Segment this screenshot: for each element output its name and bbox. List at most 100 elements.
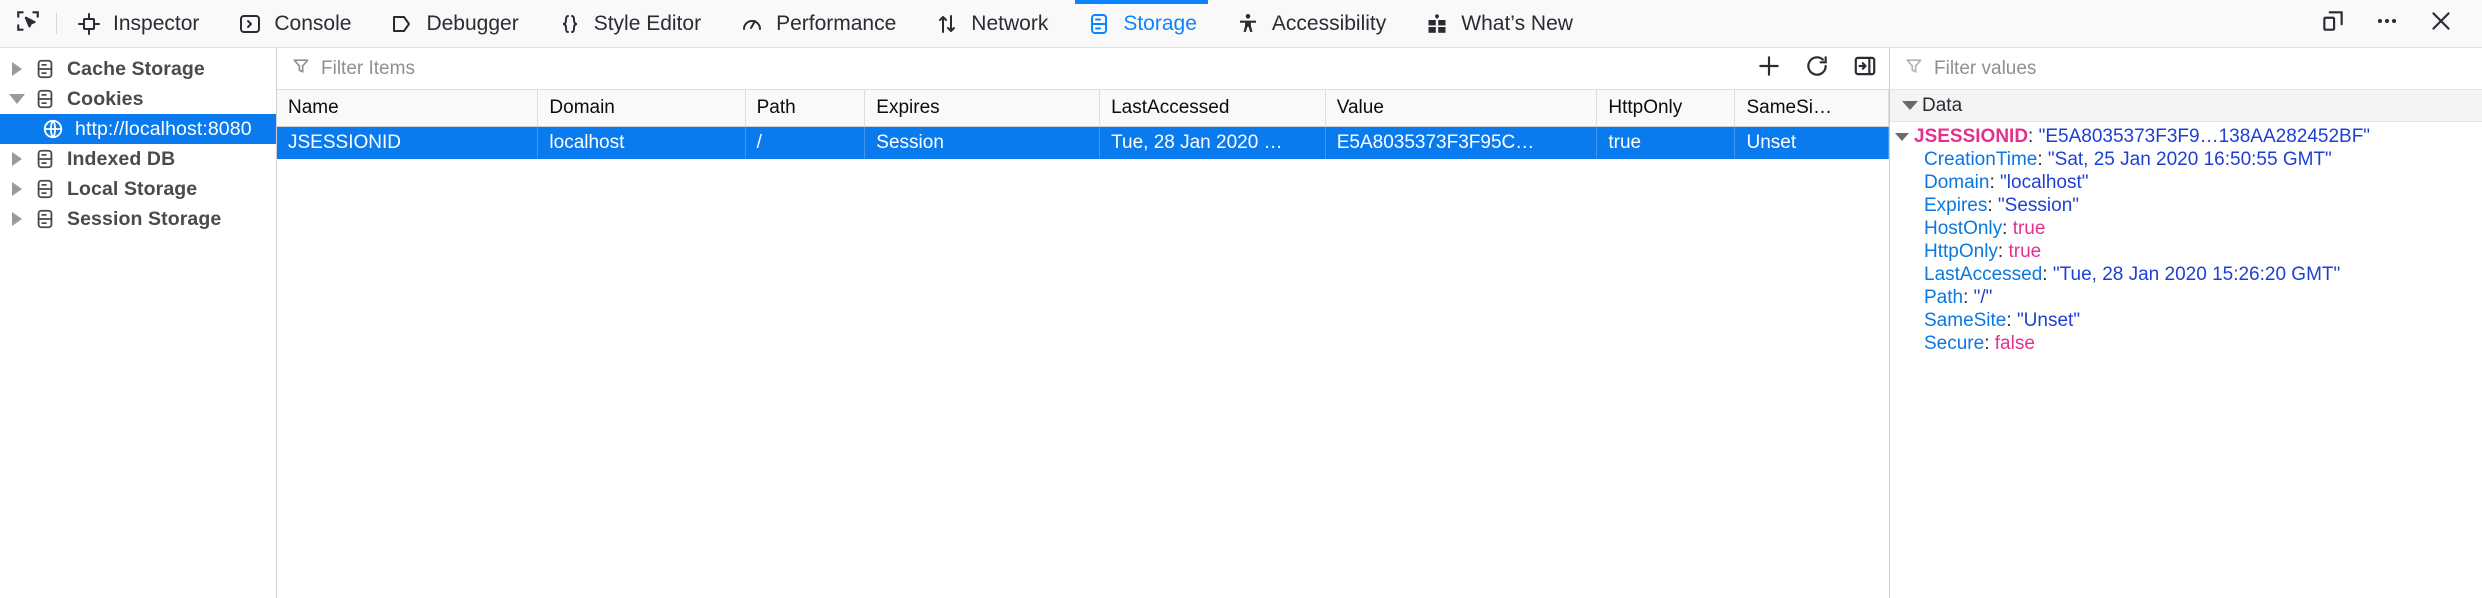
toolbar-right-controls (2306, 0, 2482, 47)
chevron-down-icon[interactable] (1890, 132, 1914, 141)
property-key: CreationTime (1924, 148, 2038, 170)
sidebar-item-cookies[interactable]: Cookies (0, 84, 276, 114)
tab-accessibility[interactable]: Accessibility (1216, 0, 1405, 47)
property-colon: : (2042, 263, 2053, 285)
column-header-domain[interactable]: Domain (537, 90, 746, 127)
tab-label: Style Editor (593, 11, 702, 35)
sidebar-item-label: Local Storage (67, 177, 198, 200)
search-input[interactable]: Filter Items (277, 56, 1745, 81)
panel-toggle-icon (1852, 53, 1878, 84)
devtools-toolbar: Inspector Console Debugger Style Editor … (0, 0, 2482, 48)
tab-style-editor[interactable]: Style Editor (538, 0, 720, 47)
tab-console[interactable]: Console (218, 0, 370, 47)
property-colon: : (2028, 125, 2039, 147)
column-header-httponly[interactable]: HttpOnly (1596, 90, 1736, 127)
property-value: "E5A8035373F3F9…138AA282452BF" (2038, 125, 2371, 147)
property-value: true (2012, 217, 2046, 239)
property-row[interactable]: SameSite : "Unset" (1890, 309, 2482, 332)
property-key: HttpOnly (1924, 240, 1998, 262)
cell-expires: Session (864, 126, 1101, 159)
tab-whats-new[interactable]: What’s New (1405, 0, 1592, 47)
sidebar-item-localhost-origin[interactable]: http://localhost:8080 (0, 114, 276, 144)
property-value: "Sat, 25 Jan 2020 16:50:55 GMT" (2047, 148, 2332, 170)
sidebar-item-local-storage[interactable]: Local Storage (0, 174, 276, 204)
cell-domain: localhost (537, 126, 746, 159)
sidebar-item-cache-storage[interactable]: Cache Storage (0, 54, 276, 84)
close-devtools-button[interactable] (2414, 0, 2468, 48)
property-key: Domain (1924, 171, 1990, 193)
meatball-menu-icon (2374, 8, 2400, 39)
performance-icon (739, 11, 765, 37)
chevron-right-icon[interactable] (4, 62, 30, 76)
table-row[interactable]: JSESSIONID localhost / Session Tue, 28 J… (277, 126, 1889, 159)
property-value: "Unset" (2016, 309, 2081, 331)
toggle-sidebar-button[interactable] (1841, 48, 1889, 90)
property-colon: : (1989, 171, 2001, 193)
cookies-table: Name Domain Path Expires LastAccessed Va… (277, 90, 1889, 159)
cell-samesite: Unset (1734, 126, 1889, 159)
tab-inspector[interactable]: Inspector (57, 0, 218, 47)
tab-storage[interactable]: Storage (1067, 0, 1216, 47)
filter-icon (1904, 56, 1924, 81)
tab-label: Inspector (113, 11, 200, 35)
property-row[interactable]: HttpOnly : true (1890, 240, 2482, 263)
column-header-lastaccessed[interactable]: LastAccessed (1099, 90, 1326, 127)
property-row[interactable]: LastAccessed : "Tue, 28 Jan 2020 15:26:2… (1890, 263, 2482, 286)
property-colon: : (2006, 309, 2017, 331)
sidebar-item-session-storage[interactable]: Session Storage (0, 204, 276, 234)
property-row[interactable]: CreationTime : "Sat, 25 Jan 2020 16:50:5… (1890, 148, 2482, 171)
sidebar-item-label: Cache Storage (67, 57, 205, 80)
refresh-button[interactable] (1793, 48, 1841, 90)
property-row[interactable]: Domain : "localhost" (1890, 171, 2482, 194)
globe-icon (38, 118, 68, 140)
values-filter-input[interactable]: Filter values (1890, 48, 2482, 90)
property-colon: : (2002, 217, 2013, 239)
sidebar-item-indexed-db[interactable]: Indexed DB (0, 144, 276, 174)
tab-performance[interactable]: Performance (720, 0, 915, 47)
property-row[interactable]: Expires : "Session" (1890, 194, 2482, 217)
column-header-path[interactable]: Path (745, 90, 866, 127)
details-section-header[interactable]: Data (1890, 90, 2482, 122)
style-editor-icon (557, 11, 583, 37)
element-picker-button[interactable] (0, 0, 56, 47)
chevron-down-icon[interactable] (4, 94, 30, 104)
tab-network[interactable]: Network (915, 0, 1067, 47)
property-row[interactable]: Secure : false (1890, 332, 2482, 355)
property-value: "Tue, 28 Jan 2020 15:26:20 GMT" (2052, 263, 2341, 285)
property-colon: : (1963, 286, 1974, 308)
chevron-down-icon[interactable] (1898, 101, 1922, 110)
dock-position-icon (2320, 8, 2346, 39)
property-key: LastAccessed (1924, 263, 2043, 285)
column-header-value[interactable]: Value (1325, 90, 1598, 127)
plus-icon (1756, 53, 1782, 84)
property-row-root[interactable]: JSESSIONID : "E5A8035373F3F9…138AA282452… (1890, 125, 2482, 148)
items-filter-bar: Filter Items (277, 48, 1889, 90)
storage-db-icon (30, 148, 60, 170)
storage-db-icon (30, 58, 60, 80)
tab-label: Storage (1123, 11, 1197, 35)
dock-position-button[interactable] (2306, 0, 2360, 48)
values-filter-placeholder: Filter values (1934, 57, 2037, 79)
chevron-right-icon[interactable] (4, 182, 30, 196)
column-header-samesite[interactable]: SameSi… (1734, 90, 1889, 127)
tab-label: Debugger (426, 11, 519, 35)
property-value: "/" (1973, 286, 1993, 308)
property-row[interactable]: Path : "/" (1890, 286, 2482, 309)
property-key: JSESSIONID (1914, 125, 2029, 147)
property-key: Path (1924, 286, 1964, 308)
add-item-button[interactable] (1745, 48, 1793, 90)
property-row[interactable]: HostOnly : true (1890, 217, 2482, 240)
details-property-list: JSESSIONID : "E5A8035373F3F9…138AA282452… (1890, 122, 2482, 598)
column-header-expires[interactable]: Expires (864, 90, 1101, 127)
property-value: true (2008, 240, 2042, 262)
cell-httponly: true (1596, 126, 1736, 159)
chevron-right-icon[interactable] (4, 152, 30, 166)
cookie-details-panel: Filter values Data JSESSIONID : "E5A8035… (1890, 48, 2482, 598)
column-header-name[interactable]: Name (277, 90, 539, 127)
property-value: false (1994, 332, 2035, 354)
refresh-icon (1804, 53, 1830, 84)
more-options-button[interactable] (2360, 0, 2414, 48)
tab-debugger[interactable]: Debugger (370, 0, 537, 47)
chevron-right-icon[interactable] (4, 212, 30, 226)
details-section-label: Data (1922, 94, 1963, 116)
